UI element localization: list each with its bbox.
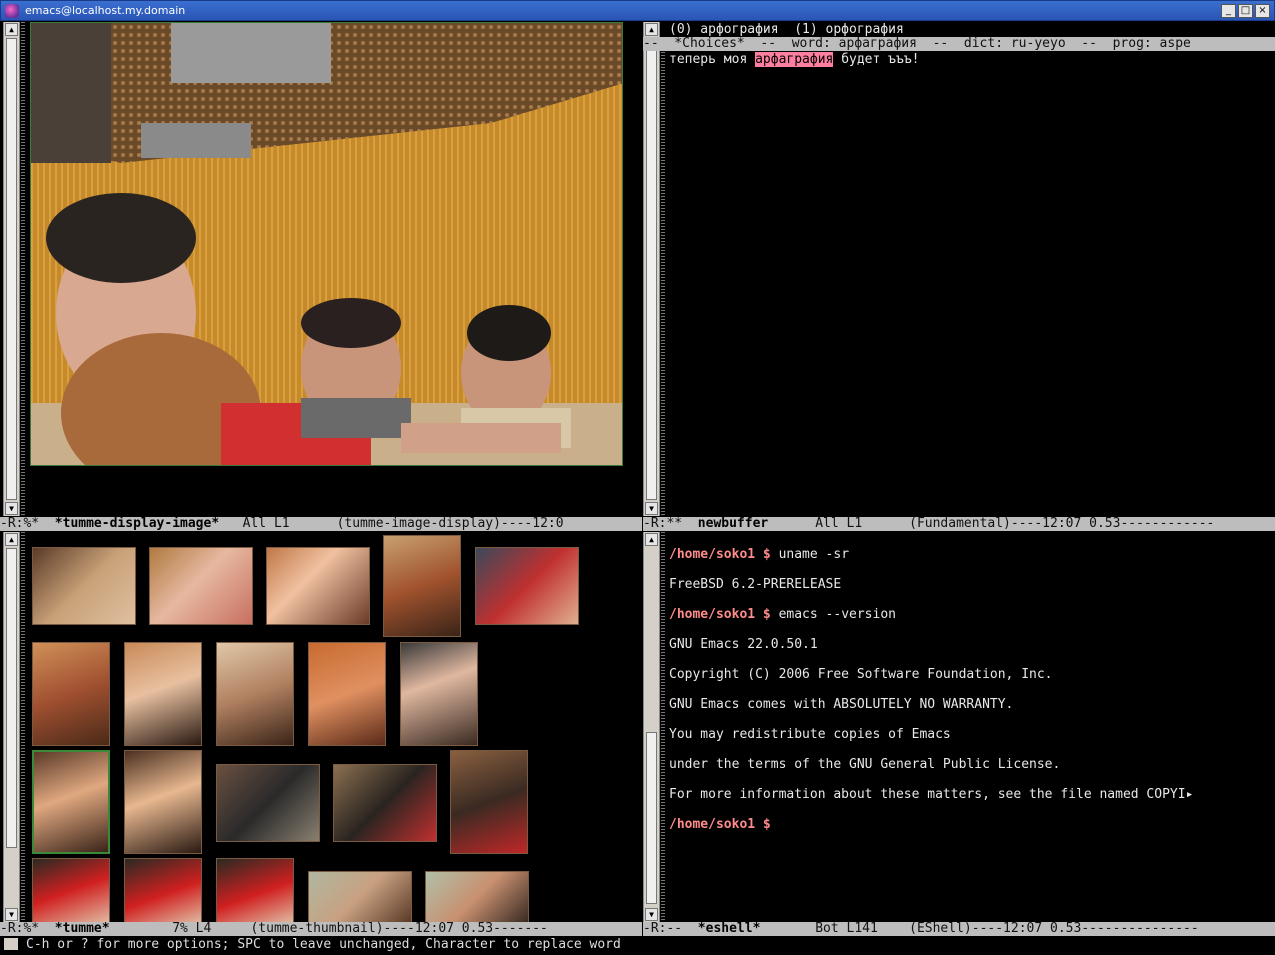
thumbnail[interactable]: [32, 642, 110, 746]
thumbnail[interactable]: [32, 858, 110, 922]
eshell-prompt: /home/soko1 $: [669, 607, 771, 622]
window-titlebar: emacs@localhost.my.domain _ □ ×: [0, 0, 1275, 21]
modeline-info: All L1 (tumme-image-display)----12:0: [219, 517, 564, 531]
modeline-flags: -R:**: [643, 517, 698, 531]
eshell-line: /home/soko1 $ uname -sr: [669, 547, 1269, 562]
modeline-info: Bot L141 (EShell)----12:07 0.53---------…: [760, 922, 1199, 936]
scrollbar-thumb[interactable]: [6, 38, 17, 500]
scrollbar-image-display[interactable]: ▲ ▼: [3, 22, 20, 516]
thumbnail[interactable]: [216, 764, 320, 842]
newbuffer-text: теперь моя арфагpафия будет ъъъ!: [669, 52, 1275, 67]
eshell-output: GNU Emacs 22.0.50.1: [669, 637, 818, 652]
eshell-line: /home/soko1 $ emacs --version: [669, 607, 1269, 622]
modeline-eshell: -R:-- *eshell* Bot L141 (EShell)----12:0…: [643, 922, 1275, 936]
scroll-up-arrow-icon[interactable]: ▲: [645, 533, 658, 546]
photo-scene: [31, 23, 622, 465]
scrollbar-thumbnails[interactable]: ▲ ▼: [3, 532, 20, 922]
scrollbar-thumb[interactable]: [646, 732, 657, 904]
eshell-buffer[interactable]: /home/soko1 $ uname -sr FreeBSD 6.2-PRER…: [669, 532, 1269, 847]
scroll-up-arrow-icon[interactable]: ▲: [5, 23, 18, 36]
eshell-command: uname -sr: [770, 547, 850, 562]
text-after: будет ъъъ!: [833, 52, 920, 67]
modeline-info: 7% L4 (tumme-thumbnail)----12:07 0.53---…: [109, 922, 548, 936]
minibuffer-corner-icon: [4, 938, 18, 950]
text-before: теперь моя: [669, 52, 756, 67]
eshell-output: under the terms of the GNU General Publi…: [669, 757, 1061, 772]
minimize-button[interactable]: _: [1221, 4, 1236, 18]
scroll-down-arrow-icon[interactable]: ▼: [5, 502, 18, 515]
modeline-choices: -- *Choices* -- word: арфагpафия -- dict…: [643, 37, 1275, 51]
eshell-output: For more information about these matters…: [669, 787, 1269, 802]
thumbnail[interactable]: [308, 642, 386, 746]
scroll-up-arrow-icon[interactable]: ▲: [5, 533, 18, 546]
left-fringe: [21, 532, 25, 922]
modeline-buffer-name: newbuffer: [697, 517, 769, 531]
thumbnail[interactable]: [450, 750, 528, 854]
thumbnail[interactable]: [124, 858, 202, 922]
echo-area: C-h or ? for more options; SPC to leave …: [0, 936, 1275, 955]
scroll-down-arrow-icon[interactable]: ▼: [5, 908, 18, 921]
thumbnail-selected[interactable]: [32, 750, 110, 854]
eshell-output: GNU Emacs comes with ABSOLUTELY NO WARRA…: [669, 697, 1014, 712]
eshell-line: /home/soko1 $: [669, 817, 1269, 832]
close-button[interactable]: ×: [1255, 4, 1270, 18]
thumbnail[interactable]: [149, 547, 253, 625]
thumbnail[interactable]: [32, 547, 136, 625]
thumbnail[interactable]: [124, 642, 202, 746]
thumbnail[interactable]: [383, 535, 461, 637]
maximize-button[interactable]: □: [1238, 4, 1253, 18]
thumbnail[interactable]: [400, 642, 478, 746]
left-fringe: [661, 532, 665, 922]
thumbnail[interactable]: [216, 858, 294, 922]
modeline-info: All L1 (Fundamental)----12:07 0.53------…: [768, 517, 1215, 531]
modeline-buffer-name: *tumme*: [54, 922, 110, 936]
modeline-flags: -R:%*: [0, 517, 55, 531]
modeline-buffer-name: *eshell*: [697, 922, 761, 936]
thumbnail[interactable]: [266, 547, 370, 625]
thumbnail[interactable]: [124, 750, 202, 854]
thumbnail[interactable]: [216, 642, 294, 746]
scrollbar-eshell[interactable]: ▲ ▼: [643, 532, 660, 922]
modeline-image-display: -R:%* *tumme-display-image* All L1 (tumm…: [0, 517, 642, 531]
truncation-arrow-icon: ▸: [1185, 787, 1194, 802]
scroll-down-arrow-icon[interactable]: ▼: [645, 908, 658, 921]
scroll-up-arrow-icon[interactable]: ▲: [645, 23, 658, 36]
scrollbar-choices[interactable]: ▲ ▼: [643, 22, 660, 516]
echo-message: C-h or ? for more options; SPC to leave …: [26, 937, 621, 952]
window-title: emacs@localhost.my.domain: [25, 4, 186, 17]
eshell-output: FreeBSD 6.2-PRERELEASE: [669, 577, 842, 592]
eshell-output: You may redistribute copies of Emacs: [669, 727, 951, 742]
modeline-thumbnails: -R:%* *tumme* 7% L4 (tumme-thumbnail)---…: [0, 922, 642, 936]
thumbnail[interactable]: [308, 871, 412, 922]
modeline-flags: -R:%*: [0, 922, 55, 936]
modeline-flags: -R:--: [643, 922, 698, 936]
scrollbar-thumb[interactable]: [6, 548, 17, 848]
misspelled-word-highlight: арфагpафия: [755, 52, 834, 67]
eshell-output: Copyright (C) 2006 Free Software Foundat…: [669, 667, 1053, 682]
left-fringe: [21, 22, 25, 516]
eshell-prompt: /home/soko1 $: [669, 817, 771, 832]
displayed-photo: [30, 22, 623, 466]
scrollbar-thumb[interactable]: [646, 38, 657, 500]
choices-list: (0) арфогpафия (1) орфография: [669, 22, 904, 37]
modeline-newbuffer: -R:** newbuffer All L1 (Fundamental)----…: [643, 517, 1275, 531]
thumbnail[interactable]: [425, 871, 529, 922]
eshell-prompt: /home/soko1 $: [669, 547, 771, 562]
modeline-buffer-name: *tumme-display-image*: [54, 517, 220, 531]
eshell-output-text: For more information about these matters…: [669, 787, 1186, 802]
eshell-command: emacs --version: [770, 607, 896, 622]
thumbnail[interactable]: [475, 547, 579, 625]
left-fringe: [661, 52, 665, 516]
scroll-down-arrow-icon[interactable]: ▼: [645, 502, 658, 515]
emacs-app-icon: [5, 4, 19, 18]
thumbnail[interactable]: [333, 764, 437, 842]
